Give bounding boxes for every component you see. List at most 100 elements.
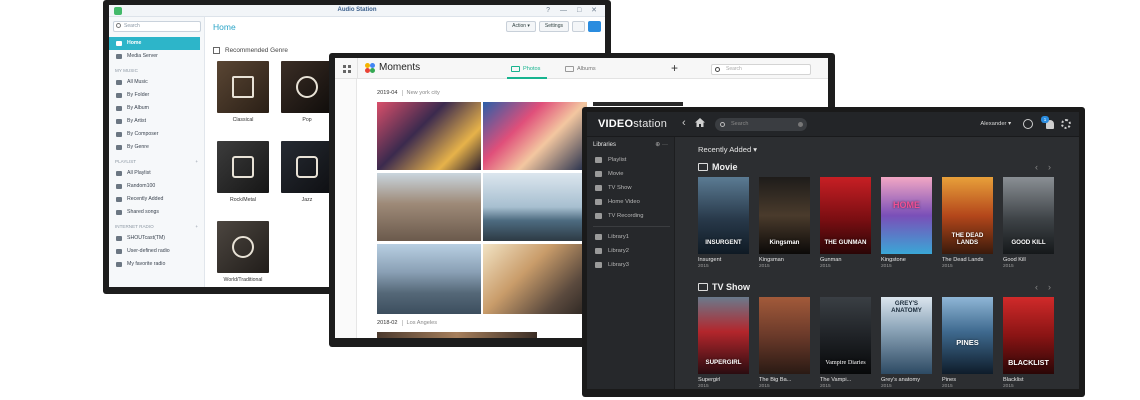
photo-waterfront[interactable] <box>483 173 587 241</box>
poster-title: BLACKLIST <box>1008 358 1049 367</box>
sidebar-item-by-composer[interactable]: By Composer <box>109 128 204 141</box>
settings-button[interactable]: Settings <box>538 21 569 32</box>
movie-year: 2015 <box>942 264 953 269</box>
film-icon <box>595 171 602 177</box>
search-icon <box>720 122 725 127</box>
show-title: Supergirl <box>698 377 721 383</box>
sidebar-item-label: Playlist <box>608 157 627 163</box>
sidebar-item-movie[interactable]: Movie <box>587 167 674 181</box>
apps-grid-icon[interactable] <box>343 65 351 73</box>
photo-partial[interactable] <box>593 102 683 106</box>
movie-title: Kingstone <box>881 257 906 263</box>
movie-card[interactable]: INSURGENT Insurgent 2015 <box>698 177 749 269</box>
help-icon[interactable] <box>1023 119 1033 129</box>
sidebar-item-random100[interactable]: Random100 <box>109 180 204 193</box>
poster-image: PINES <box>942 297 993 374</box>
movie-card[interactable]: THE DEAD LANDS The Dead Lands 2015 <box>942 177 993 269</box>
tv-row-pager[interactable]: ‹› <box>1035 282 1061 292</box>
tab-albums[interactable]: Albums <box>565 66 596 72</box>
movie-card[interactable]: THE GUNMAN Gunman 2015 <box>820 177 871 269</box>
sidebar-item-shared-songs[interactable]: Shared songs <box>109 206 204 219</box>
genre-tile-jazz[interactable]: Jazz <box>281 141 333 203</box>
tv-show-card[interactable]: GREY'S ANATOMY Grey's anatomy 2015 <box>881 297 932 389</box>
genre-tile-pop[interactable]: Pop <box>281 61 333 123</box>
movie-card[interactable]: Kingsman Kingsman 2015 <box>759 177 810 269</box>
poster-title: Kingsman <box>769 239 800 246</box>
sidebar-item-library2[interactable]: Library2 <box>587 244 674 258</box>
sidebar-item-all-music[interactable]: All Music <box>109 76 204 89</box>
video-sidebar: Libraries ⊕ ··· Playlist Movie TV Show Ho… <box>587 137 675 389</box>
music-note-icon <box>116 80 122 85</box>
search-input[interactable]: Search <box>711 64 811 75</box>
list-view-button[interactable] <box>572 21 585 32</box>
tv-show-card[interactable]: Vampire Diaries The Vampi... 2015 <box>820 297 871 389</box>
photo-skyline[interactable] <box>377 244 481 314</box>
genre-tile-rock-metal[interactable]: Rock/Metal <box>217 141 269 203</box>
sidebar-item-recently-added[interactable]: Recently Added <box>109 193 204 206</box>
movie-row-pager[interactable]: ‹› <box>1035 162 1061 172</box>
clear-search-icon[interactable] <box>798 122 803 127</box>
photo-selfie-woman[interactable] <box>483 102 587 170</box>
tv-show-card[interactable]: SUPERGIRL Supergirl 2015 <box>698 297 749 389</box>
tv-show-card[interactable]: The Big Ba... 2015 <box>759 297 810 389</box>
grid-view-button[interactable] <box>588 21 601 32</box>
back-icon[interactable]: ‹ <box>682 117 686 129</box>
user-menu[interactable]: Alexander ▾ <box>980 121 1011 127</box>
sidebar-item-user-defined-radio[interactable]: User-defined radio <box>109 245 204 258</box>
sidebar-item-by-album[interactable]: By Album <box>109 102 204 115</box>
sidebar-item-label: By Composer <box>127 131 159 137</box>
home-icon[interactable] <box>695 118 705 127</box>
sidebar-item-home[interactable]: Home <box>109 37 200 50</box>
sidebar-item-library1[interactable]: Library1 <box>587 230 674 244</box>
movie-card[interactable]: HOME Kingstone 2015 <box>881 177 932 269</box>
genre-tile-classical[interactable]: Classical <box>217 61 269 123</box>
search-input[interactable]: Search <box>113 21 201 32</box>
tab-photos[interactable]: Photos <box>511 66 540 72</box>
poster-title: THE GUNMAN <box>824 239 867 246</box>
photo-los-angeles[interactable] <box>377 332 537 338</box>
sidebar-item-shoutcast[interactable]: SHOUTcast(TM) <box>109 232 204 245</box>
show-title: Blacklist <box>1003 377 1024 383</box>
sidebar-item-home-video[interactable]: Home Video <box>587 195 674 209</box>
window-title: Audio Station <box>337 7 377 13</box>
sidebar-item-all-playlist[interactable]: All Playlist <box>109 167 204 180</box>
tv-show-card[interactable]: PINES Pines 2015 <box>942 297 993 389</box>
piano-image <box>217 61 269 113</box>
show-title: Grey's anatomy <box>881 377 920 383</box>
tv-icon <box>595 185 602 191</box>
sidebar-item-media-server[interactable]: Media Server <box>109 50 204 63</box>
search-input[interactable]: Search <box>715 118 807 131</box>
moments-topbar: Moments Photos Albums + Search <box>335 58 828 79</box>
gear-icon[interactable] <box>1061 119 1071 129</box>
video-topbar: VIDEOstation ‹ Search Alexander ▾ 1 <box>587 112 1079 137</box>
sidebar-item-by-folder[interactable]: By Folder <box>109 89 204 102</box>
movie-year: 2015 <box>698 264 709 269</box>
photo-hiker[interactable] <box>483 244 587 314</box>
pen-icon <box>116 132 122 137</box>
add-button[interactable]: + <box>671 61 678 75</box>
movie-row-title: Movie <box>698 162 738 172</box>
sidebar-item-by-genre[interactable]: By Genre <box>109 141 204 154</box>
sidebar-item-tv-show[interactable]: TV Show <box>587 181 674 195</box>
movie-title: Kingsman <box>759 257 784 263</box>
movie-card[interactable]: GOOD KILL Good Kill 2015 <box>1003 177 1054 269</box>
sidebar-item-tv-recording[interactable]: TV Recording <box>587 209 674 223</box>
action-button[interactable]: Action ▾ <box>506 21 536 32</box>
sidebar-item-by-artist[interactable]: By Artist <box>109 115 204 128</box>
window-controls[interactable]: ? — □ ✕ <box>546 6 601 14</box>
genre-tile-world-traditional[interactable]: World/Traditional <box>217 221 269 283</box>
sidebar-item-label: By Artist <box>127 118 147 124</box>
library-actions[interactable]: ⊕ ··· <box>655 137 668 153</box>
section-internet-radio: INTERNET RADIO + <box>109 219 204 232</box>
photo-city-street[interactable] <box>377 173 481 241</box>
sidebar-item-favorite-radio[interactable]: My favorite radio <box>109 258 204 271</box>
sidebar-item-label: Recently Added <box>127 196 164 202</box>
sidebar-item-library3[interactable]: Library3 <box>587 258 674 272</box>
sidebar-item-playlist[interactable]: Playlist <box>587 153 674 167</box>
tv-show-card[interactable]: BLACKLIST Blacklist 2015 <box>1003 297 1054 389</box>
camcorder-icon <box>595 199 602 205</box>
photo-selfie-couple[interactable] <box>377 102 481 170</box>
recently-added-dropdown[interactable]: Recently Added ▾ <box>698 145 757 154</box>
rock-hand-image <box>217 141 269 193</box>
audio-toolbar: Action ▾ Settings <box>506 21 601 32</box>
